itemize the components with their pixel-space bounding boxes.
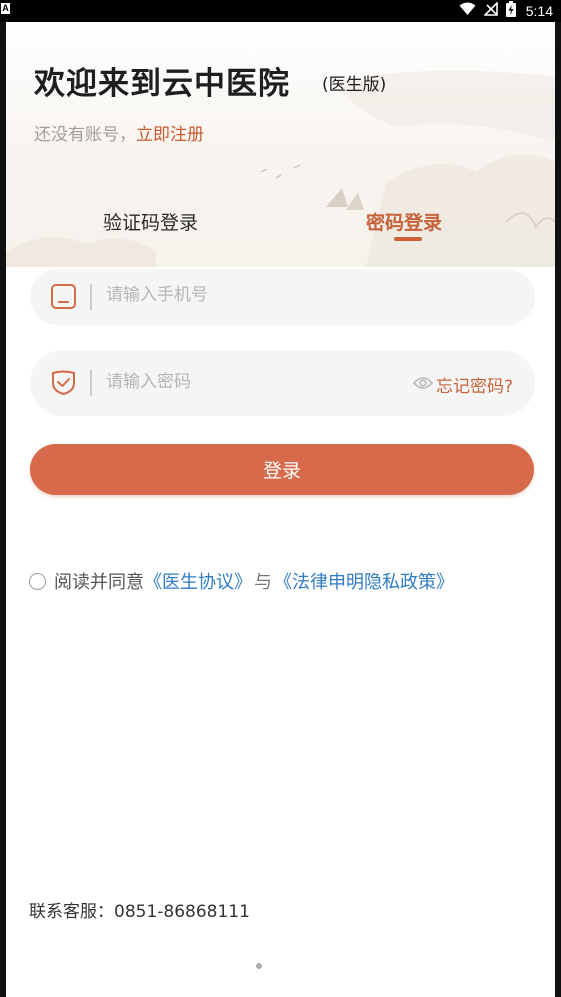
phone-icon — [50, 283, 77, 314]
password-field[interactable]: 忘记密码? — [30, 350, 535, 416]
register-row: 还没有账号，立即注册 — [34, 120, 204, 145]
forgot-password-label[interactable]: 忘记密码? — [436, 372, 513, 397]
status-bar: A 5:14 — [0, 0, 561, 22]
phone-input[interactable] — [106, 285, 386, 305]
privacy-policy-link[interactable]: 《法律申明隐私政策》 — [274, 568, 454, 594]
screen-border-right — [555, 22, 561, 997]
agreement-checkbox[interactable] — [29, 572, 46, 590]
agreement-conjunction: 与 — [254, 572, 272, 593]
edition-label: (医生版) — [322, 75, 387, 95]
login-button[interactable]: 登录 — [30, 444, 534, 495]
service-phone[interactable]: 0851-86868111 — [114, 902, 250, 922]
forgot-password-link[interactable]: 忘记密码? — [412, 372, 513, 397]
home-indicator — [256, 963, 262, 969]
shield-icon — [50, 369, 77, 400]
phone-field[interactable] — [30, 269, 535, 325]
doctor-agreement-link[interactable]: 《医生协议》 — [144, 568, 252, 594]
field-divider — [90, 284, 92, 310]
agreement-row: 阅读并同意 《医生协议》 与 《法律申明隐私政策》 — [29, 568, 454, 594]
notification-badge: A — [1, 3, 10, 14]
service-label: 联系客服： — [29, 902, 114, 922]
clock-time: 5:14 — [525, 3, 553, 19]
password-input[interactable] — [106, 372, 386, 392]
no-signal-icon — [482, 0, 498, 21]
tab-password-login[interactable]: 密码登录 — [366, 208, 442, 235]
customer-service: 联系客服：0851-86868111 — [29, 897, 250, 922]
eye-icon[interactable] — [412, 375, 434, 395]
welcome-title: 欢迎来到云中医院 — [34, 66, 290, 102]
active-tab-indicator — [394, 237, 422, 241]
agreement-prefix: 阅读并同意 — [54, 572, 144, 593]
tab-sms-login[interactable]: 验证码登录 — [103, 208, 198, 235]
wifi-icon — [459, 2, 476, 21]
register-prompt: 还没有账号， — [34, 125, 136, 145]
register-link[interactable]: 立即注册 — [136, 125, 204, 145]
field-divider — [90, 370, 92, 396]
battery-charging-icon — [505, 0, 516, 22]
